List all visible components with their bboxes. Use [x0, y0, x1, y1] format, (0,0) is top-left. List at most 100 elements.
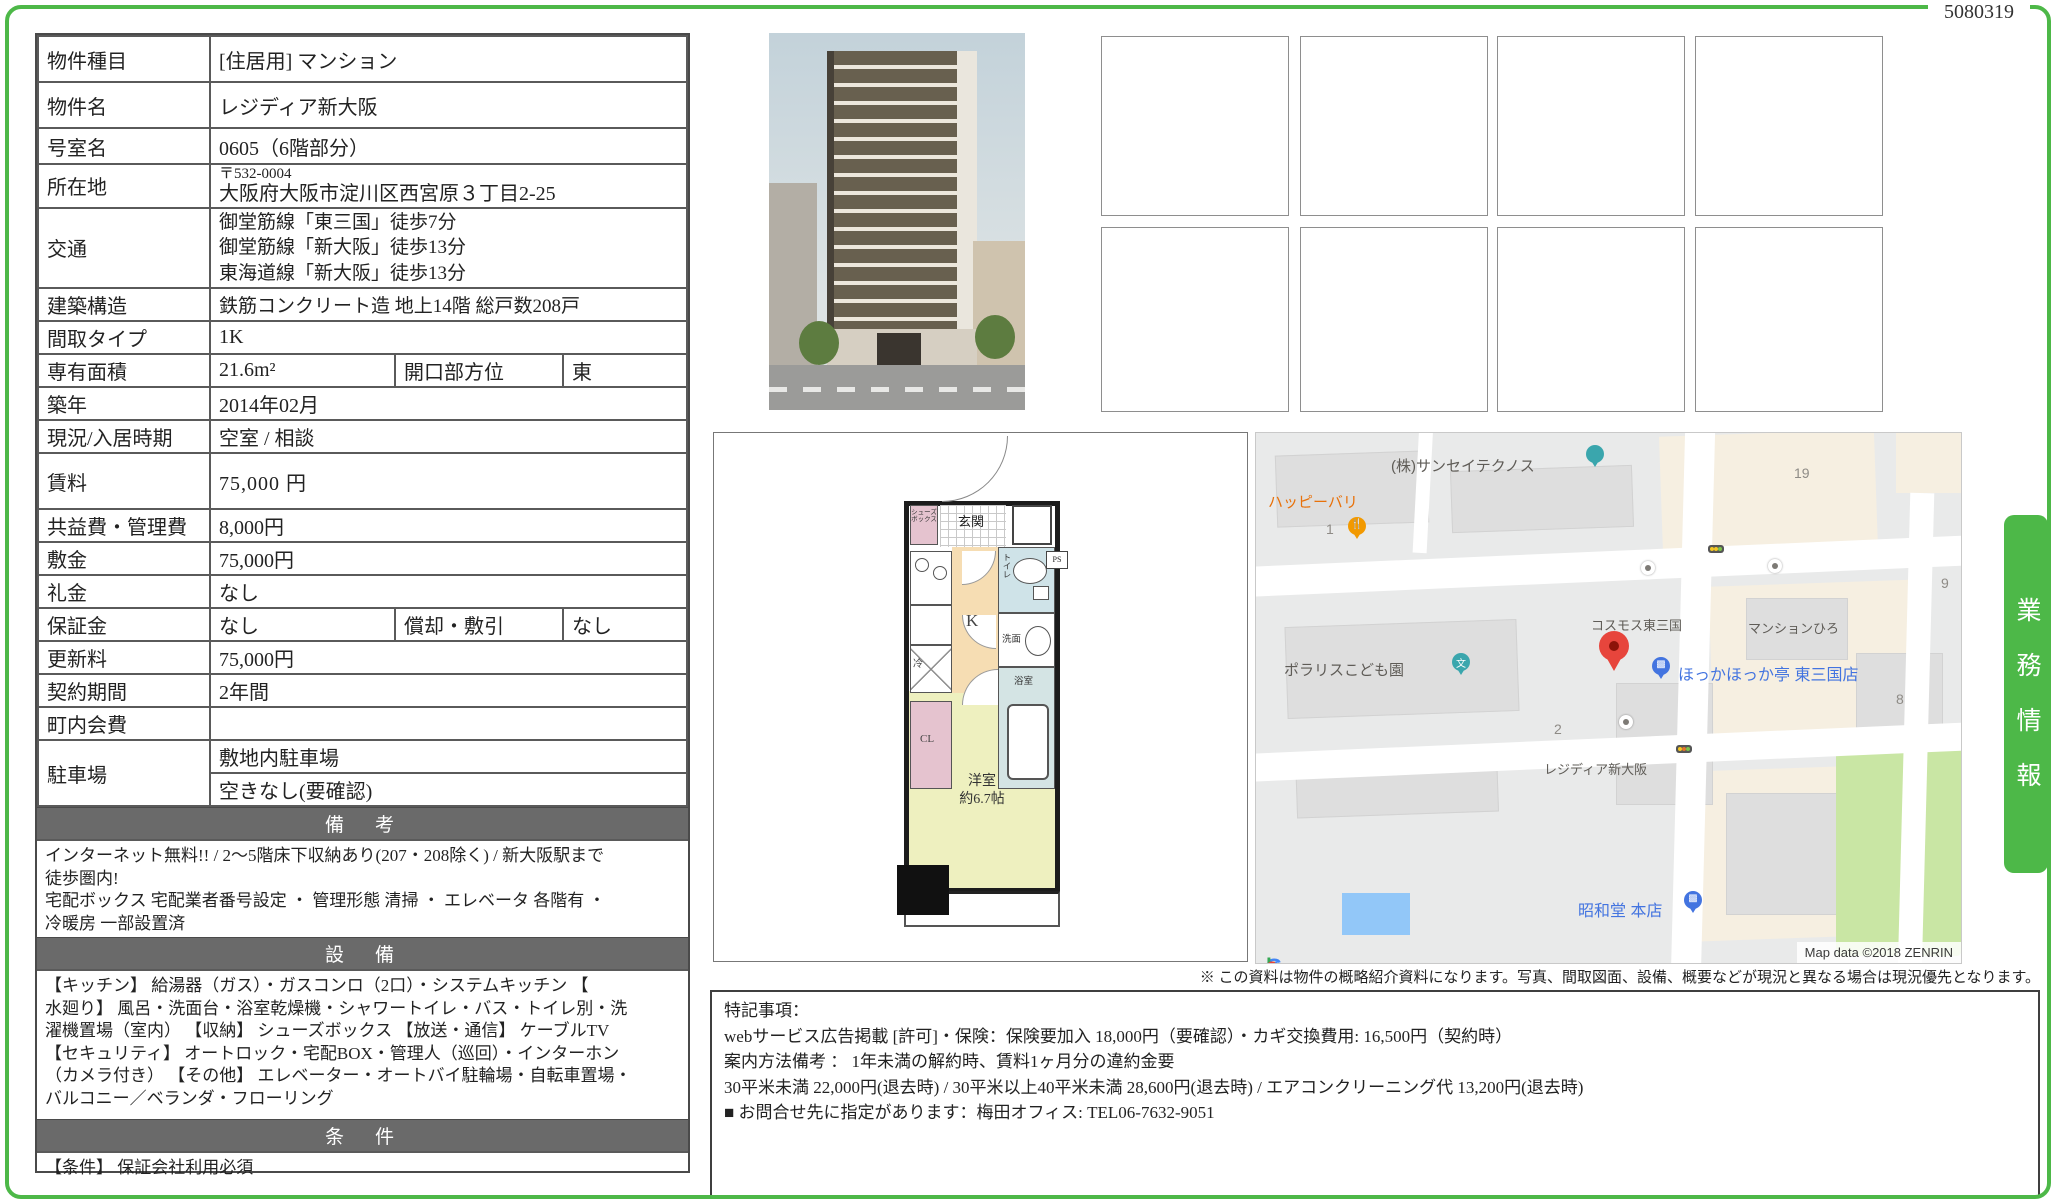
row-label: 町内会費	[38, 707, 210, 740]
row-label: 共益費・管理費	[38, 509, 210, 542]
map-label-company: (株)サンセイテクノス	[1391, 455, 1535, 476]
row-value: 空きなし(要確認)	[210, 773, 687, 806]
row-label: 開口部方位	[395, 354, 563, 387]
map-pond	[1342, 893, 1410, 935]
notes-line: ■ お問合せ先に指定があります：梅田オフィス: TEL06-7632-9051	[724, 1100, 2026, 1126]
bathroom-label: 浴室	[1014, 673, 1033, 687]
floor-plan: 玄関 シューズ ボックス PS 冷 K トイレ 洗面 浴室 CL 洋室 約6.7…	[713, 432, 1248, 962]
rent-value: 75,000 円	[210, 453, 687, 509]
photo-placeholder	[1300, 36, 1488, 216]
photo-placeholder	[1695, 227, 1883, 412]
map-number: 8	[1896, 691, 1904, 707]
table-row: 保証金 なし 償却・敷引 なし	[38, 608, 687, 641]
washroom-label: 洗面	[1002, 631, 1021, 645]
row-label: 間取タイプ	[38, 321, 210, 354]
map-label-cosmos: コスモス東三国	[1591, 615, 1682, 634]
row-label: 保証金	[38, 608, 210, 641]
place-dot-pin	[1768, 559, 1782, 573]
special-notes-box: 特記事項： webサービス広告掲載 [許可]・保険：保険要加入 18,000円（…	[710, 990, 2040, 1198]
table-row: 所在地 〒532-0004 大阪府大阪市淀川区西宮原３丁目2-25	[38, 164, 687, 208]
traffic-signal-icon	[1708, 545, 1724, 553]
table-row: 交通 御堂筋線「東三国」徒歩7分 御堂筋線「新大阪」徒歩13分 東海道線「新大阪…	[38, 208, 687, 289]
photo-placeholder	[1497, 227, 1685, 412]
section-header-conditions: 条 件	[37, 1119, 688, 1151]
row-value: 75,000円	[210, 542, 687, 575]
entrance-storage	[1012, 505, 1052, 545]
kitchen-label: K	[966, 611, 978, 631]
table-row: 駐車場敷地内駐車場	[38, 740, 687, 773]
business-info-tab-label: 業務情報	[2008, 571, 2044, 817]
row-label: 専有面積	[38, 354, 210, 387]
stove	[910, 551, 952, 605]
row-value: レジディア新大阪	[210, 82, 687, 128]
row-label: 号室名	[38, 128, 210, 164]
table-row: 建築構造鉄筋コンクリート造 地上14階 総戸数208戸	[38, 288, 687, 321]
row-label: 築年	[38, 387, 210, 420]
row-value: なし	[563, 608, 687, 641]
toilet-label: トイレ	[1001, 553, 1013, 579]
row-value: 0605（6階部分）	[210, 128, 687, 164]
photo-tree	[799, 321, 839, 365]
toilet-icon	[1013, 558, 1047, 584]
row-label: 物件種目	[38, 36, 210, 82]
closet-label: CL	[920, 733, 934, 745]
property-sheet: 5080319 物件種目[住居用] マンション 物件名レジディア新大阪 号室名0…	[0, 0, 2056, 1204]
table-row: 専有面積 21.6m² 開口部方位 東	[38, 354, 687, 387]
kitchen-sink	[910, 605, 952, 645]
row-value	[210, 707, 687, 740]
map-number: 1	[1326, 521, 1334, 537]
conditions-text: 【条件】 保証会社利用必須	[37, 1151, 688, 1183]
row-value: 2014年02月	[210, 387, 687, 420]
pipe-space: PS	[1046, 551, 1068, 569]
row-value: 1K	[210, 321, 687, 354]
table-row: 町内会費	[38, 707, 687, 740]
place-dot-pin	[1619, 715, 1633, 729]
entrance-label: 玄関	[958, 511, 984, 530]
bathtub-icon	[1007, 704, 1049, 780]
row-label: 所在地	[38, 164, 210, 208]
toilet-tank-icon	[1033, 586, 1049, 600]
map-label-polaris: ポラリスこども園	[1284, 659, 1404, 680]
row-value: 敷地内駐車場	[210, 740, 687, 773]
burner-icon	[915, 558, 929, 572]
table-row: 間取タイプ1K	[38, 321, 687, 354]
section-header-remarks: 備 考	[37, 807, 688, 839]
row-value: なし	[210, 608, 395, 641]
place-dot-pin	[1641, 561, 1655, 575]
photo-tree	[975, 315, 1015, 359]
photo-placeholder	[1497, 36, 1685, 216]
table-row: 賃料75,000 円	[38, 453, 687, 509]
property-table: 物件種目[住居用] マンション 物件名レジディア新大阪 号室名0605（6階部分…	[35, 33, 690, 1173]
row-value: 〒532-0004 大阪府大阪市淀川区西宮原３丁目2-25	[210, 164, 687, 208]
row-value: 75,000円	[210, 641, 687, 674]
notes-line: 30平米未満 22,000円(退去時) / 30平米以上40平米未満 28,60…	[724, 1075, 2026, 1101]
traffic-signal-icon	[1676, 745, 1692, 753]
row-label: 建築構造	[38, 288, 210, 321]
map-attribution: Map data ©2018 ZENRIN	[1797, 942, 1961, 963]
table-row: 更新料75,000円	[38, 641, 687, 674]
table-row: 契約期間2年間	[38, 674, 687, 707]
map-label-mansion-hiro: マンションひろ	[1748, 618, 1839, 637]
photo-main-tower	[827, 51, 964, 365]
equipment-text: 【キッチン】 給湯器（ガス）・ガスコンロ（2口）・システムキッチン 【 水廻り】…	[37, 969, 688, 1119]
row-value: 21.6m²	[210, 354, 395, 387]
map-block	[1896, 433, 1961, 493]
notes-title: 特記事項：	[724, 998, 2026, 1024]
postal-code: 〒532-0004	[219, 166, 678, 183]
table-row: 現況/入居時期空室 / 相談	[38, 420, 687, 453]
remarks-text: インターネット無料!! / 2～5階床下収納あり(207・208除く) / 新大…	[37, 839, 688, 937]
map-label-showado: 昭和堂 本店	[1578, 897, 1662, 921]
access-line: 御堂筋線「新大阪」徒歩13分	[219, 235, 678, 261]
photo-placeholder	[1101, 227, 1289, 412]
access-line: 東海道線「新大阪」徒歩13分	[219, 261, 678, 287]
photo-placeholder	[1695, 36, 1883, 216]
address-text: 大阪府大阪市淀川区西宮原３丁目2-25	[219, 183, 678, 206]
building-photo	[769, 33, 1025, 410]
map-number: 19	[1794, 465, 1810, 481]
row-label: 賃料	[38, 453, 210, 509]
row-label: 現況/入居時期	[38, 420, 210, 453]
row-value: 2年間	[210, 674, 687, 707]
notes-line: 案内方法備考 ： 1年未満の解約時、賃料1ヶ月分の違約金要	[724, 1049, 2026, 1075]
photo-road-line	[769, 387, 1025, 392]
map-label-hokka: ほっかほっか亭 東三国店	[1678, 661, 1858, 685]
